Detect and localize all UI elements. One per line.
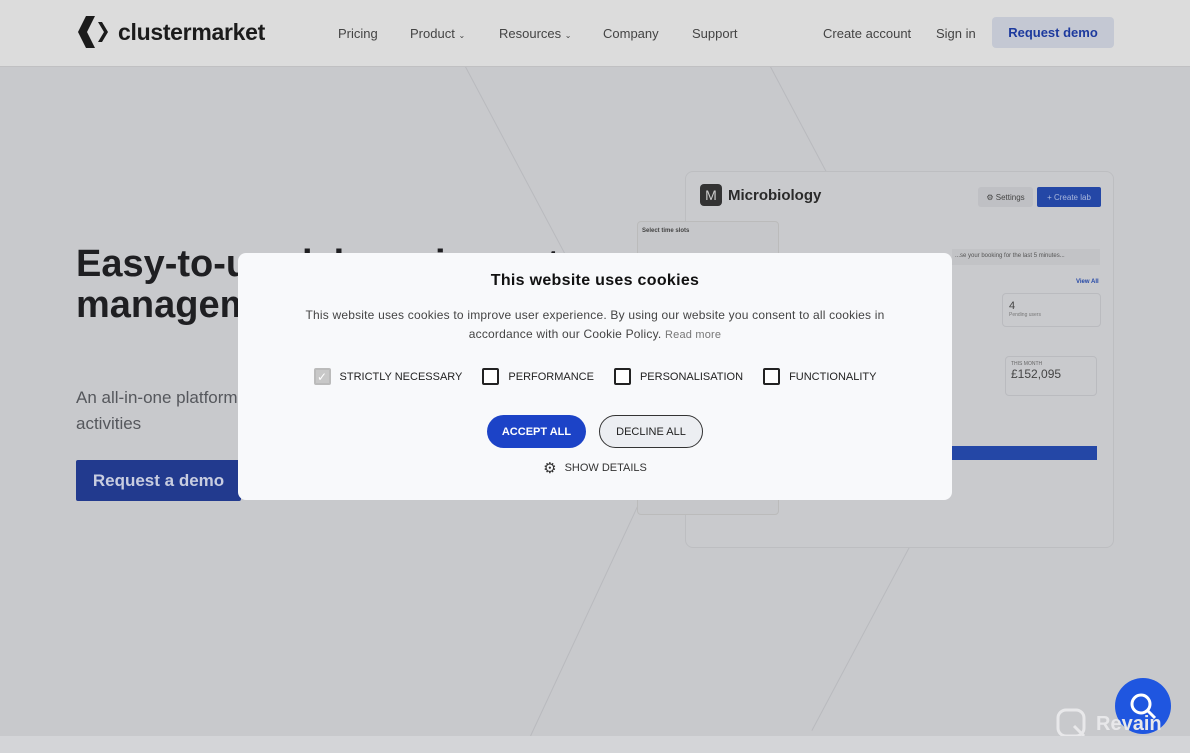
option-label: FUNCTIONALITY (789, 370, 877, 383)
chevron-down-icon: ⌄ (564, 31, 572, 40)
cookie-description: This website uses cookies to improve use… (305, 308, 885, 341)
month-box: THIS MONTH £152,095 (1005, 356, 1097, 396)
nav-support[interactable]: Support (692, 26, 738, 41)
nav-resources[interactable]: Resources ⌄ (499, 26, 571, 41)
option-label: PERFORMANCE (508, 370, 594, 383)
footer-strip (0, 736, 1190, 753)
nav-product-label: Product (410, 26, 455, 41)
pending-users-box: 4 Pending users (1002, 293, 1101, 327)
clustermarket-logo-icon (78, 16, 108, 48)
cookie-text: This website uses cookies to improve use… (298, 306, 892, 345)
preview-settings: ⚙ Settings (978, 187, 1033, 207)
preview-notice: ...se your booking for the last 5 minute… (952, 249, 1100, 265)
nav-resources-label: Resources (499, 26, 562, 41)
preview-view-all: View All (1076, 279, 1099, 285)
option-label: PERSONALISATION (639, 370, 744, 383)
request-demo-button[interactable]: Request demo (992, 17, 1114, 48)
preview-title: Microbiology (728, 187, 822, 204)
show-details-label: SHOW DETAILS (564, 462, 647, 474)
lab-icon: M (700, 184, 722, 206)
create-account-link[interactable]: Create account (823, 26, 911, 41)
option-personalisation[interactable]: PERSONALISATION (613, 368, 744, 385)
brand-logo[interactable]: clustermarket (76, 16, 265, 48)
cookie-consent-dialog: This website uses cookies This website u… (238, 253, 952, 500)
pending-label: Pending users (1009, 312, 1041, 318)
pending-count: 4 (1009, 300, 1016, 312)
sign-in-link[interactable]: Sign in (936, 26, 976, 41)
checkbox-personalisation[interactable] (613, 368, 631, 385)
brand-name: clustermarket (118, 18, 265, 45)
preview-create-lab: + Create lab (1037, 187, 1101, 207)
nav-pricing[interactable]: Pricing (338, 26, 378, 41)
decline-all-button[interactable]: DECLINE ALL (599, 415, 703, 448)
checkbox-performance[interactable] (482, 368, 500, 385)
option-functionality[interactable]: FUNCTIONALITY (763, 368, 876, 385)
chevron-down-icon: ⌄ (458, 31, 466, 40)
option-label: STRICTLY NECESSARY (339, 370, 463, 383)
gear-icon: ⚙ (543, 460, 557, 477)
schedule-header-bar (940, 446, 1097, 460)
checkbox-checked-icon[interactable]: ✓ (313, 368, 331, 385)
month-value: £152,095 (1011, 367, 1062, 381)
option-performance[interactable]: PERFORMANCE (482, 368, 594, 385)
time-slots-title: Select time slots (642, 228, 690, 234)
checkbox-functionality[interactable] (763, 368, 781, 385)
option-strictly-necessary[interactable]: ✓ STRICTLY NECESSARY (313, 368, 463, 385)
show-details-button[interactable]: ⚙ SHOW DETAILS (238, 459, 952, 477)
read-more-link[interactable]: Read more (665, 329, 721, 341)
cookie-title: This website uses cookies (490, 272, 700, 289)
nav-product[interactable]: Product ⌄ (410, 26, 465, 41)
accept-all-button[interactable]: ACCEPT ALL (487, 415, 586, 448)
revain-text: Revain (1096, 712, 1162, 735)
nav-company[interactable]: Company (603, 26, 659, 41)
top-nav: clustermarket Pricing Product ⌄ Resource… (0, 0, 1190, 67)
request-a-demo-button[interactable]: Request a demo (76, 460, 241, 501)
